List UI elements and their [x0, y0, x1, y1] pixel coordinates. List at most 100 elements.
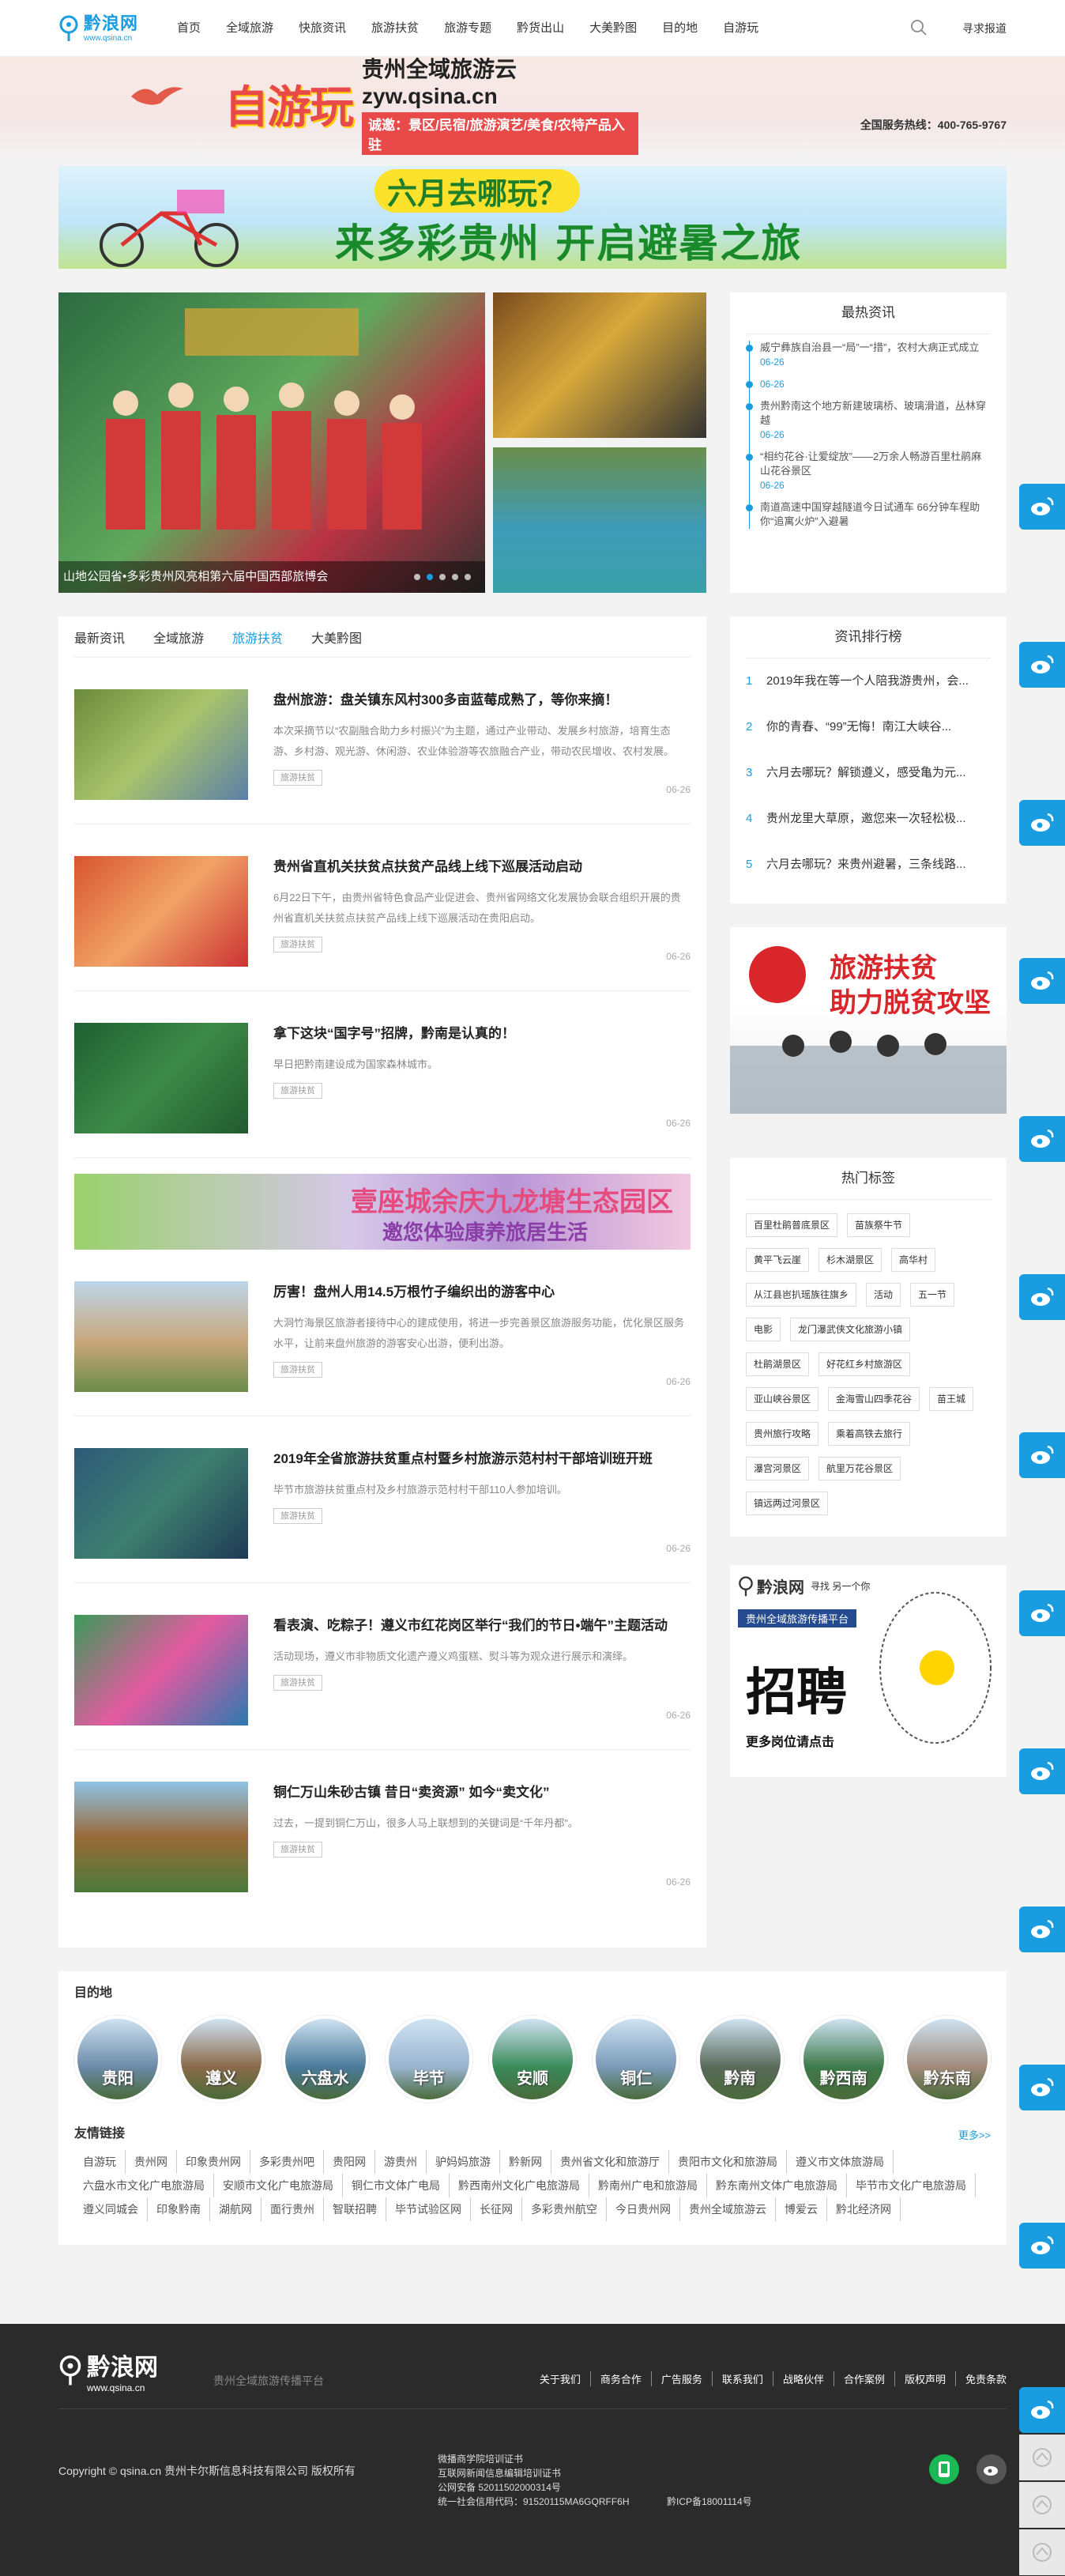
- article-item[interactable]: 盘州旅游：盘关镇东风村300多亩蓝莓成熟了，等你来摘！ 本次采摘节以“农副融合助…: [74, 658, 691, 824]
- footer-link[interactable]: 版权声明: [895, 2371, 956, 2386]
- article-item[interactable]: 看表演、吃粽子！遵义市红花岗区举行“我们的节日•端午”主题活动 活动现场，遵义市…: [74, 1583, 691, 1750]
- ranking-item[interactable]: 2 你的青春、“99”无悔！南江大峡谷...: [746, 704, 991, 750]
- footer-link[interactable]: 合作案例: [834, 2371, 895, 2386]
- article-thumbnail[interactable]: [74, 689, 248, 800]
- footer-link[interactable]: 联系我们: [713, 2371, 773, 2386]
- article-title[interactable]: 2019年全省旅游扶贫重点村暨乡村旅游示范村村干部培训班开班: [273, 1450, 691, 1469]
- ranking-item[interactable]: 5 六月去哪玩？来贵州避暑，三条线路...: [746, 842, 991, 888]
- nav-gallery[interactable]: 大美黔图: [589, 0, 637, 57]
- weibo-share-icon[interactable]: [1019, 642, 1065, 688]
- friend-link[interactable]: 面行贵州: [262, 2197, 324, 2221]
- friend-link[interactable]: 黔西南州文化广电旅游局: [450, 2174, 589, 2197]
- tab-latest[interactable]: 最新资讯: [74, 628, 125, 647]
- hot-tag[interactable]: 亚山峡谷景区: [746, 1387, 819, 1411]
- weibo-share-icon[interactable]: [1019, 2387, 1065, 2433]
- friend-link[interactable]: 六盘水市文化广电旅游局: [74, 2174, 214, 2197]
- friend-link[interactable]: 遵义市文体旅游局: [787, 2150, 894, 2174]
- article-title[interactable]: 拿下这块“国字号”招牌，黔南是认真的！: [273, 1024, 691, 1043]
- destination-item[interactable]: 遵义: [178, 2016, 265, 2103]
- article-item[interactable]: 铜仁万山朱砂古镇 昔日“卖资源” 如今“卖文化” 过去，一提到铜仁万山，很多人马…: [74, 1750, 691, 1916]
- friend-link[interactable]: 驴妈妈旅游: [427, 2150, 500, 2174]
- weibo-share-icon[interactable]: [1019, 484, 1065, 530]
- hot-tag[interactable]: 电影: [746, 1318, 781, 1341]
- weibo-share-icon[interactable]: [1019, 1907, 1065, 1952]
- friend-link[interactable]: 遵义同城会: [74, 2197, 148, 2221]
- nav-products[interactable]: 黔货出山: [517, 0, 564, 57]
- article-tag[interactable]: 旅游扶贫: [273, 1083, 322, 1099]
- timeline-item[interactable]: 贵州黔南这个地方新建玻璃桥、玻璃滑道，丛林穿越 06-26: [746, 399, 991, 442]
- hot-tag[interactable]: 金海雪山四季花谷: [828, 1387, 920, 1411]
- footer-link[interactable]: 广告服务: [652, 2371, 713, 2386]
- hot-tag[interactable]: 乘着高铁去旅行: [828, 1422, 911, 1446]
- friend-link[interactable]: 多彩贵州吧: [250, 2150, 324, 2174]
- friend-link[interactable]: 多彩贵州航空: [522, 2197, 607, 2221]
- slide-dot[interactable]: [439, 574, 446, 580]
- friend-link[interactable]: 安顺市文化广电旅游局: [214, 2174, 343, 2197]
- destination-item[interactable]: 六盘水: [281, 2016, 369, 2103]
- friend-link[interactable]: 黔北经济网: [827, 2197, 901, 2221]
- hot-tag[interactable]: 镇远两过河景区: [746, 1492, 829, 1515]
- footer-link[interactable]: 商务合作: [591, 2371, 652, 2386]
- article-title[interactable]: 看表演、吃粽子！遵义市红花岗区举行“我们的节日•端午”主题活动: [273, 1616, 691, 1635]
- article-tag[interactable]: 旅游扶贫: [273, 770, 322, 786]
- article-item[interactable]: 贵州省直机关扶贫点扶贫产品线上线下巡展活动启动 6月22日下午，由贵州省特色食品…: [74, 824, 691, 991]
- hot-tag[interactable]: 贵州旅行攻略: [746, 1422, 819, 1446]
- friend-link[interactable]: 贵阳市文化和旅游局: [669, 2150, 787, 2174]
- friend-link[interactable]: 印象黔南: [148, 2197, 210, 2221]
- friend-link[interactable]: 毕节市文化广电旅游局: [847, 2174, 976, 2197]
- wechat-share-icon[interactable]: [1019, 2435, 1065, 2480]
- friend-link[interactable]: 毕节试验区网: [386, 2197, 471, 2221]
- article-tag[interactable]: 旅游扶贫: [273, 1362, 322, 1378]
- friend-links-more[interactable]: 更多>>: [958, 2127, 991, 2142]
- hot-tag[interactable]: 龙门瀑武侠文化旅游小镇: [790, 1318, 911, 1341]
- article-item[interactable]: 拿下这块“国字号”招牌，黔南是认真的！ 早日把黔南建设成为国家森林城市。 旅游扶…: [74, 991, 691, 1158]
- recruit-ad[interactable]: 黔浪网 寻找 另一个你 贵州全域旅游传播平台 招聘 更多岗位请点击: [730, 1565, 1007, 1777]
- timeline-item[interactable]: 南道高速中国穿越隧道今日试通车 66分钟车程助你“追寓火炉”入避暑: [746, 500, 991, 529]
- article-thumbnail[interactable]: [74, 1448, 248, 1559]
- destination-item[interactable]: 贵阳: [74, 2016, 161, 2103]
- weibo-share-icon[interactable]: [1019, 1274, 1065, 1320]
- weibo-share-icon[interactable]: [1019, 2223, 1065, 2269]
- slide-thumb-1[interactable]: [493, 292, 706, 438]
- hot-tag[interactable]: 活动: [866, 1283, 901, 1307]
- article-thumbnail[interactable]: [74, 1782, 248, 1892]
- weibo-share-icon[interactable]: [1019, 1432, 1065, 1478]
- bell-icon[interactable]: [1019, 2482, 1065, 2528]
- hot-tag[interactable]: 苗王城: [929, 1387, 974, 1411]
- hot-tag[interactable]: 百里杜鹃普底景区: [746, 1213, 838, 1237]
- hot-tag[interactable]: 从江县岜扒瑶族往旗乡: [746, 1283, 857, 1307]
- article-item[interactable]: 2019年全省旅游扶贫重点村暨乡村旅游示范村村干部培训班开班 毕节市旅游扶贫重点…: [74, 1416, 691, 1583]
- summer-banner-ad[interactable]: 六月去哪玩？ 来多彩贵州 开启避暑之旅: [58, 166, 1007, 269]
- slide-main-image[interactable]: 山地公园省•多彩贵州风亮相第六届中国西部旅博会: [58, 292, 485, 593]
- friend-link[interactable]: 智联招聘: [324, 2197, 386, 2221]
- footer-link[interactable]: 免责条款: [956, 2371, 1007, 2386]
- article-tag[interactable]: 旅游扶贫: [273, 1508, 322, 1524]
- article-thumbnail[interactable]: [74, 856, 248, 967]
- nav-poverty-tourism[interactable]: 旅游扶贫: [371, 0, 419, 57]
- hot-tag[interactable]: 苗族祭牛节: [847, 1213, 911, 1237]
- friend-link[interactable]: 长征网: [471, 2197, 522, 2221]
- nav-self-tour[interactable]: 自游玩: [723, 0, 758, 57]
- timeline-item[interactable]: 06-26: [746, 377, 991, 391]
- nav-destinations[interactable]: 目的地: [662, 0, 698, 57]
- friend-link[interactable]: 贵州网: [126, 2150, 177, 2174]
- tab-global-tourism[interactable]: 全域旅游: [153, 628, 204, 647]
- hot-tag[interactable]: 航里万花谷景区: [819, 1457, 901, 1480]
- friend-link[interactable]: 贵州全域旅游云: [680, 2197, 776, 2221]
- nav-travel-news[interactable]: 快旅资讯: [299, 0, 346, 57]
- ranking-item[interactable]: 1 2019年我在等一个人陪我游贵州，会...: [746, 658, 991, 704]
- article-item[interactable]: 厉害！盘州人用14.5万根竹子编织出的游客中心 大洞竹海景区旅游者接待中心的建成…: [74, 1250, 691, 1416]
- friend-link[interactable]: 贵阳网: [324, 2150, 375, 2174]
- timeline-item[interactable]: 威宁彝族自治县一“局”一“措”，农村大病正式成立 06-26: [746, 341, 991, 369]
- tab-gallery[interactable]: 大美黔图: [311, 628, 362, 647]
- ranking-item[interactable]: 3 六月去哪玩？解锁遵义，感受亀为元...: [746, 750, 991, 796]
- article-title[interactable]: 盘州旅游：盘关镇东风村300多亩蓝莓成熟了，等你来摘！: [273, 691, 691, 710]
- slide-dot-active[interactable]: [427, 574, 433, 580]
- slide-dot[interactable]: [465, 574, 471, 580]
- article-title[interactable]: 贵州省直机关扶贫点扶贫产品线上线下巡展活动启动: [273, 858, 691, 877]
- friend-link[interactable]: 游贵州: [375, 2150, 427, 2174]
- friend-link[interactable]: 黔南州广电和旅游局: [589, 2174, 707, 2197]
- footer-link[interactable]: 关于我们: [530, 2371, 591, 2386]
- weibo-share-icon[interactable]: [1019, 1748, 1065, 1794]
- destination-item[interactable]: 铜仁: [593, 2016, 680, 2103]
